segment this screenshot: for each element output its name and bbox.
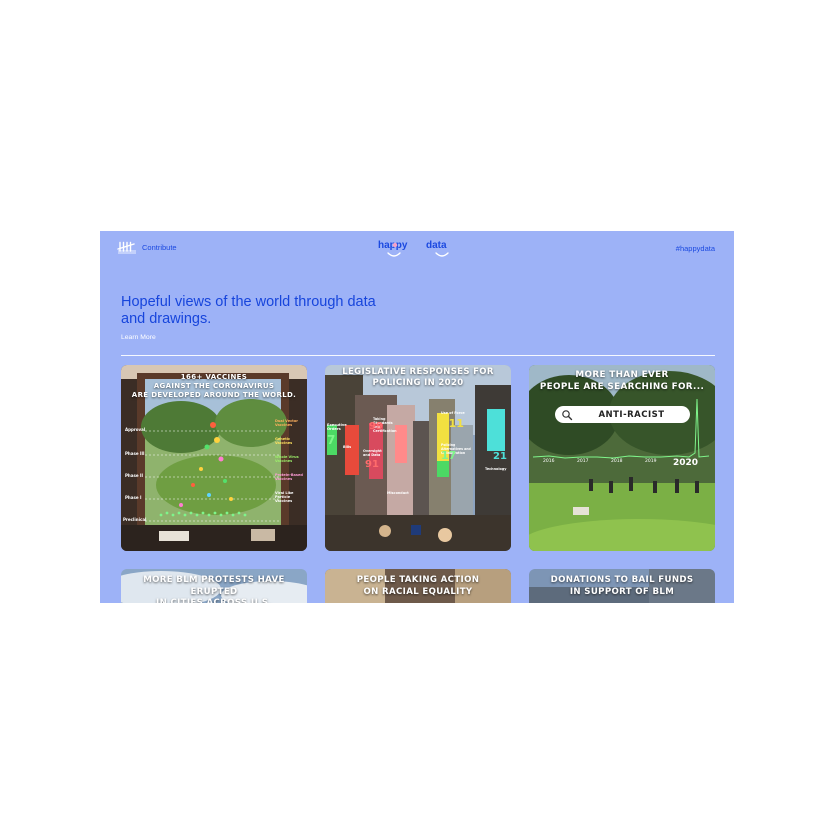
card-title: More than ever people are searching for.… (539, 370, 705, 392)
legend-label: Genetic Vaccines (275, 437, 293, 445)
card-title: Legislative responses for policing in 20… (342, 367, 494, 388)
year-label: 2018 (611, 459, 623, 464)
hero-title: Hopeful views of the world through data … (121, 294, 376, 327)
hashtag-link[interactable]: #happydata (676, 244, 715, 253)
legend-label: Dual Vector Vaccines (275, 419, 298, 427)
phase-label: Approval (125, 427, 146, 432)
happy-data-logo[interactable]: happy data (376, 235, 460, 263)
phase-label: Preclinical (123, 517, 147, 522)
bill-count: 99 (369, 421, 383, 432)
category-label: Executive Orders (327, 423, 347, 431)
search-term-box: ANTI-RACIST (555, 406, 690, 423)
category-label: Oversight and Data (363, 449, 382, 457)
card-blm-protests[interactable]: More BLM protests have erupted in cities… (121, 569, 307, 603)
logo-word-data: data (426, 240, 447, 251)
bill-count: 111 (441, 417, 464, 430)
card-taking-action[interactable]: People taking action on racial equality (325, 569, 511, 603)
card-title: Donations to bail funds in support of BL… (550, 575, 694, 597)
bill-count: 21 (493, 451, 507, 462)
learn-more-link[interactable]: Learn More (121, 334, 156, 341)
year-label-highlight: 2020 (673, 458, 699, 468)
bill-count: 91 (365, 459, 379, 470)
contribute-link[interactable]: Contribute (142, 243, 177, 252)
legend-label: Whole Virus Vaccines (275, 455, 299, 463)
category-label: Misconduct (387, 491, 409, 495)
happy-data-site: Contribute happy data #happydata Hopeful… (100, 231, 734, 603)
search-term: ANTI-RACIST (598, 409, 665, 420)
phase-label: Phase II (125, 473, 143, 478)
magnifier-icon (562, 409, 573, 420)
card-title: 166+ vaccines against the coronavirus ar… (131, 373, 297, 399)
legend-label: Protein-Based Vaccines (275, 473, 303, 481)
year-label: 2017 (577, 459, 589, 464)
category-label: Use of Force (441, 411, 465, 415)
card-legislative[interactable]: Legislative responses for policing in 20… (325, 365, 511, 551)
year-label: 2019 (645, 459, 657, 464)
legend-label: Viral Like Particle Vaccines (275, 491, 294, 503)
policing-illustration (325, 365, 511, 551)
phase-label: Phase III (125, 451, 145, 456)
category-label: Technology (485, 467, 507, 471)
bill-unit: Bills (343, 445, 352, 449)
bill-count: 17 (441, 449, 457, 462)
divider (121, 355, 715, 356)
contribute-nav[interactable]: Contribute (117, 241, 177, 254)
year-label: 2016 (543, 459, 555, 464)
phase-label: Phase I (125, 495, 142, 500)
tally-icon (117, 241, 136, 254)
card-bail-funds[interactable]: Donations to bail funds in support of BL… (529, 569, 715, 603)
card-vaccines[interactable]: 166+ vaccines against the coronavirus ar… (121, 365, 307, 551)
card-title: More BLM protests have erupted in cities… (143, 575, 285, 603)
card-title: People taking action on racial equality (356, 575, 480, 597)
bill-count: 7 (327, 433, 336, 447)
card-search-trend[interactable]: More than ever people are searching for.… (529, 365, 715, 551)
